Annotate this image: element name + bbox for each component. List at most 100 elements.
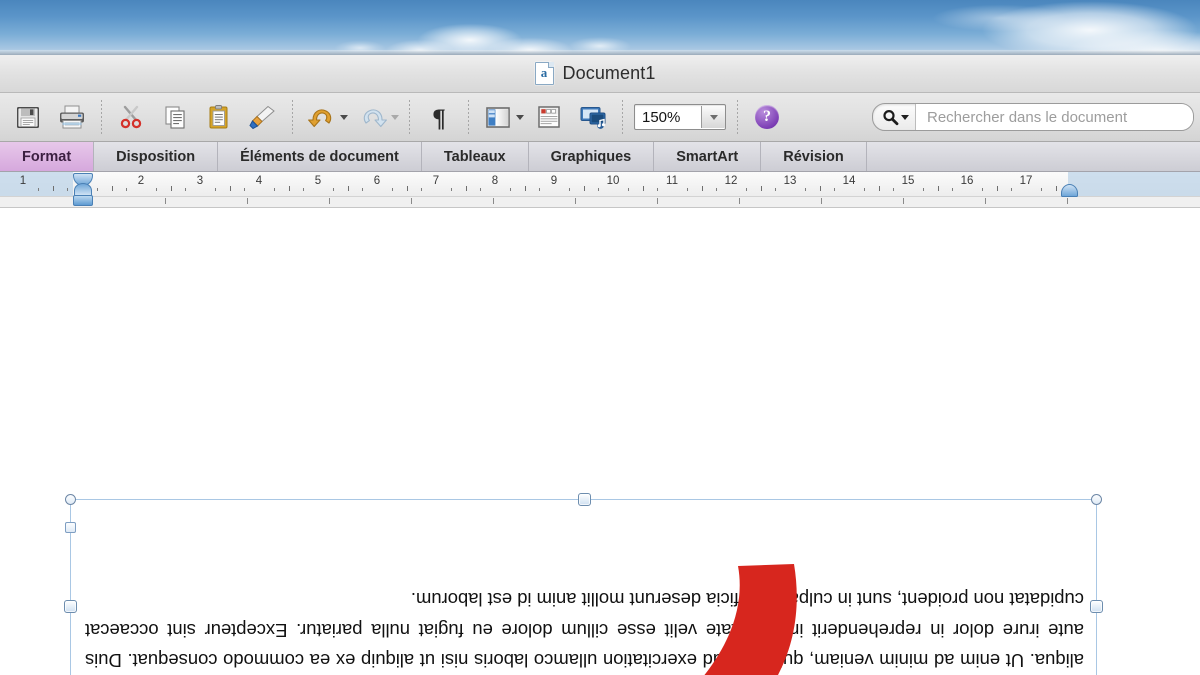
ruler-left-margin (0, 172, 73, 196)
text-box-content[interactable]: Lorem ipsum dolor sit amet, consectetur … (85, 508, 1084, 675)
left-indent-marker[interactable] (73, 195, 93, 206)
resize-handle-top-left[interactable] (65, 494, 76, 505)
ruler-number: 12 (724, 175, 738, 187)
ruler-number: 9 (550, 175, 558, 187)
svg-text:¶: ¶ (432, 105, 446, 131)
ruler-tick (67, 188, 69, 191)
format-painter-button[interactable] (241, 95, 285, 139)
ruler-tick (775, 188, 777, 191)
copy-button[interactable] (153, 95, 197, 139)
ruler-tick (391, 188, 393, 191)
floppy-disk-icon (17, 107, 39, 128)
gallery-button[interactable] (527, 95, 571, 139)
save-button[interactable] (6, 95, 50, 139)
word-window: Document1 (0, 55, 1200, 675)
undo-button[interactable] (300, 95, 344, 139)
ruler-tab-stop[interactable] (411, 198, 412, 204)
paste-button[interactable] (197, 95, 241, 139)
document-gallery-icon (538, 106, 560, 128)
tab-format[interactable]: Format (0, 142, 95, 171)
ruler-right-margin (1068, 172, 1200, 196)
document-page[interactable]: Lorem ipsum dolor sit amet, consectetur … (0, 208, 1200, 675)
resize-handle-left-middle[interactable] (64, 600, 77, 613)
tab-revision[interactable]: Révision (761, 142, 867, 171)
tab-tableaux[interactable]: Tableaux (421, 142, 529, 171)
ruler-tab-stop[interactable] (247, 198, 248, 204)
toolbar-group-history (300, 93, 402, 141)
ruler-tick (406, 186, 408, 191)
ruler-tab-stop[interactable] (1067, 198, 1068, 204)
ruler-number: 7 (432, 175, 440, 187)
scissors-icon (120, 105, 142, 129)
ribbon-tab-bar: Format Disposition Éléments de document … (0, 142, 1200, 172)
toolbar-separator (468, 100, 469, 134)
search-box[interactable]: Rechercher dans le document (872, 103, 1194, 131)
sidebar-button[interactable] (476, 95, 520, 139)
zoom-dropdown-arrow[interactable] (701, 106, 725, 128)
tab-smartart[interactable]: SmartArt (654, 142, 762, 171)
ruler-tick (568, 188, 570, 191)
ruler-tick (244, 188, 246, 191)
show-marks-button[interactable]: ¶ (417, 95, 461, 139)
ruler-tick (155, 188, 157, 191)
ruler-tick (657, 188, 659, 191)
ruler-tick (170, 186, 172, 191)
ruler-tick (111, 186, 113, 191)
ruler-tick (288, 186, 290, 191)
ruler-tick (185, 188, 187, 191)
search-dropdown-caret[interactable] (901, 114, 909, 120)
media-browser-icon (580, 107, 606, 129)
ruler-tab-stop[interactable] (821, 198, 822, 204)
redo-button[interactable] (351, 95, 395, 139)
panel-layout-icon (486, 107, 510, 128)
ruler-tab-stop[interactable] (657, 198, 658, 204)
toolbar-group-clipboard (109, 93, 285, 141)
ruler-tick (701, 186, 703, 191)
tab-graphiques[interactable]: Graphiques (528, 142, 655, 171)
ruler-tab-stop[interactable] (165, 198, 166, 204)
ruler-tick (996, 186, 998, 191)
print-button[interactable] (50, 95, 94, 139)
ruler-number: 10 (606, 175, 620, 187)
tab-elements-de-document[interactable]: Éléments de document (218, 142, 422, 171)
ruler-tick (598, 188, 600, 191)
ruler-number: 15 (901, 175, 915, 187)
toolbar-group-views (476, 93, 615, 141)
ruler-tab-stop[interactable] (903, 198, 904, 204)
toolbar-separator (409, 100, 410, 134)
zoom-control[interactable]: 150% (634, 104, 726, 130)
ruler-tick (1055, 186, 1057, 191)
ruler-number: 5 (314, 175, 322, 187)
media-browser-button[interactable] (571, 95, 615, 139)
toolbar-separator (101, 100, 102, 134)
zoom-value: 150% (642, 108, 681, 126)
resize-handle-top-middle[interactable] (578, 493, 591, 506)
tab-disposition[interactable]: Disposition (94, 142, 219, 171)
resize-handle-right-middle[interactable] (1090, 600, 1103, 613)
horizontal-ruler[interactable]: 11234567891011121314151617 (0, 172, 1200, 208)
help-button[interactable]: ? (745, 95, 789, 139)
ruler-number: 16 (960, 175, 974, 187)
cut-button[interactable] (109, 95, 153, 139)
ruler-tab-stop[interactable] (575, 198, 576, 204)
ruler-tick (922, 188, 924, 191)
ruler-tick (863, 188, 865, 191)
ruler-tick (421, 188, 423, 191)
ruler-number: 13 (783, 175, 797, 187)
ruler-tab-stop[interactable] (739, 198, 740, 204)
resize-handle-top-right[interactable] (1091, 494, 1102, 505)
toolbar-group-file (6, 93, 94, 141)
ruler-tab-stop[interactable] (329, 198, 330, 204)
selected-text-box[interactable]: Lorem ipsum dolor sit amet, consectetur … (64, 493, 1103, 675)
search-placeholder: Rechercher dans le document (927, 108, 1128, 126)
ruler-number: 11 (666, 175, 678, 187)
ruler-tick (760, 186, 762, 191)
search-options-button[interactable] (873, 104, 916, 130)
right-indent-marker[interactable] (1061, 184, 1078, 197)
ruler-tick (362, 188, 364, 191)
ruler-tab-stop[interactable] (985, 198, 986, 204)
search-input[interactable]: Rechercher dans le document (916, 104, 1193, 130)
ruler-tab-stop[interactable] (493, 198, 494, 204)
word-document-icon (534, 62, 554, 85)
adjust-handle-top-left[interactable] (65, 522, 76, 533)
